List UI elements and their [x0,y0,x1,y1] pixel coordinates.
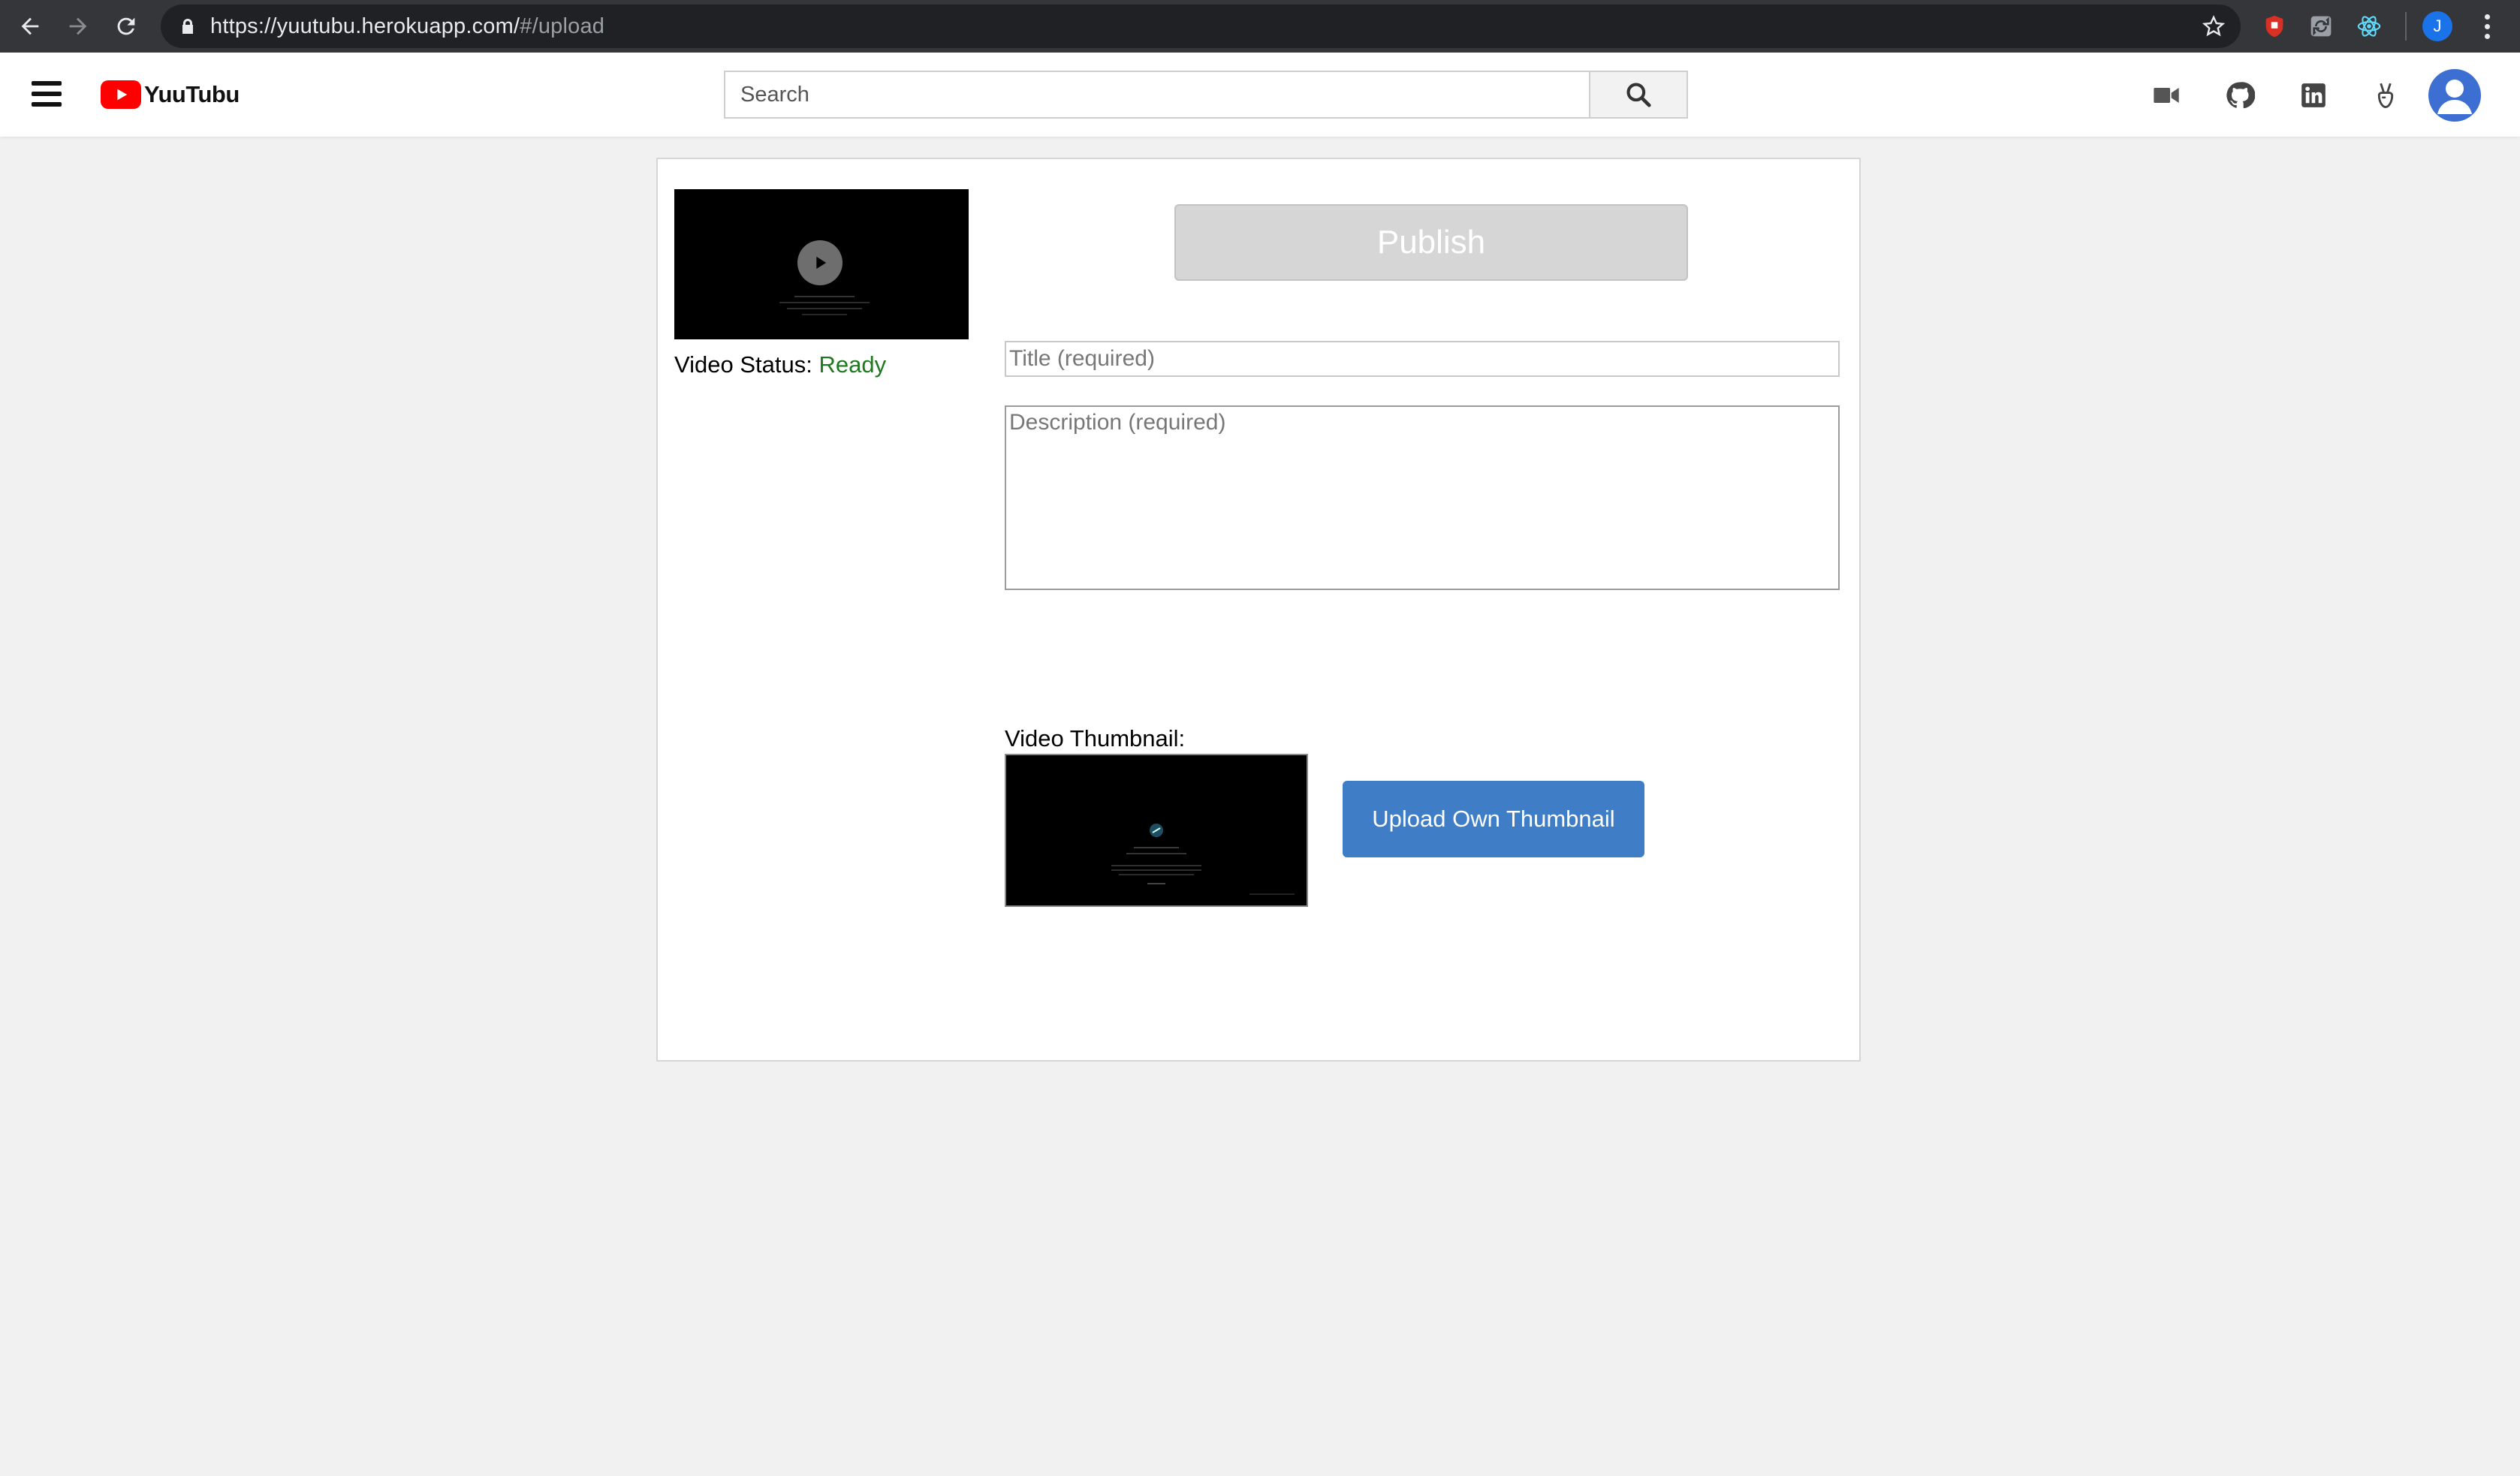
title-input[interactable] [1005,341,1840,377]
description-input[interactable] [1005,405,1840,590]
arrow-right-icon [69,17,87,35]
search-icon [1626,83,1651,107]
status-value: Ready [818,351,887,378]
video-status: Video Status: Ready [674,351,886,378]
reload-icon [117,17,135,35]
user-avatar-icon[interactable] [2428,69,2481,122]
publish-button[interactable]: Publish [1174,204,1688,281]
brand-name: YuuTubu [144,81,240,107]
github-icon[interactable] [2223,78,2257,113]
preview-text-lines [779,296,870,315]
upload-thumbnail-button[interactable]: Upload Own Thumbnail [1343,781,1644,857]
forward-button[interactable] [60,8,96,44]
play-logo-icon [101,80,141,109]
arrow-left-icon [21,17,39,35]
react-devtools-icon[interactable] [2353,11,2385,42]
bookmark-star-icon[interactable] [2202,14,2226,38]
video-camera-icon[interactable] [2149,78,2184,113]
search-button[interactable] [1589,71,1688,119]
video-thumbnail-image [1005,754,1308,907]
site-logo[interactable]: YuuTubu [101,80,240,110]
search-input[interactable] [724,71,1590,119]
status-label: Video Status: [674,351,812,378]
browser-profile-button[interactable]: J [2422,11,2452,41]
thumbnail-label: Video Thumbnail: [1005,725,1186,752]
hamburger-menu-icon[interactable] [32,81,62,107]
upload-form-card: Video Status: Ready Publish Video Thumbn… [656,158,1861,1062]
reload-button[interactable] [108,8,144,44]
play-button-icon[interactable] [797,240,843,285]
address-bar[interactable]: https://yuutubu.herokuapp.com/#/upload [161,5,2241,48]
ublock-extension-icon[interactable] [2259,11,2290,42]
browser-menu-button[interactable] [2474,10,2500,43]
back-button[interactable] [12,8,48,44]
video-preview[interactable] [674,189,969,339]
lock-icon [182,19,193,34]
toolbar-divider [2405,12,2407,41]
sync-extension-icon[interactable] [2305,11,2337,42]
profile-initial: J [2433,17,2442,35]
browser-toolbar: https://yuutubu.herokuapp.com/#/upload J [0,0,2520,53]
url-text: https://yuutubu.herokuapp.com/#/upload [210,14,605,38]
angellist-icon[interactable] [2368,78,2403,113]
linkedin-icon[interactable] [2296,78,2331,113]
